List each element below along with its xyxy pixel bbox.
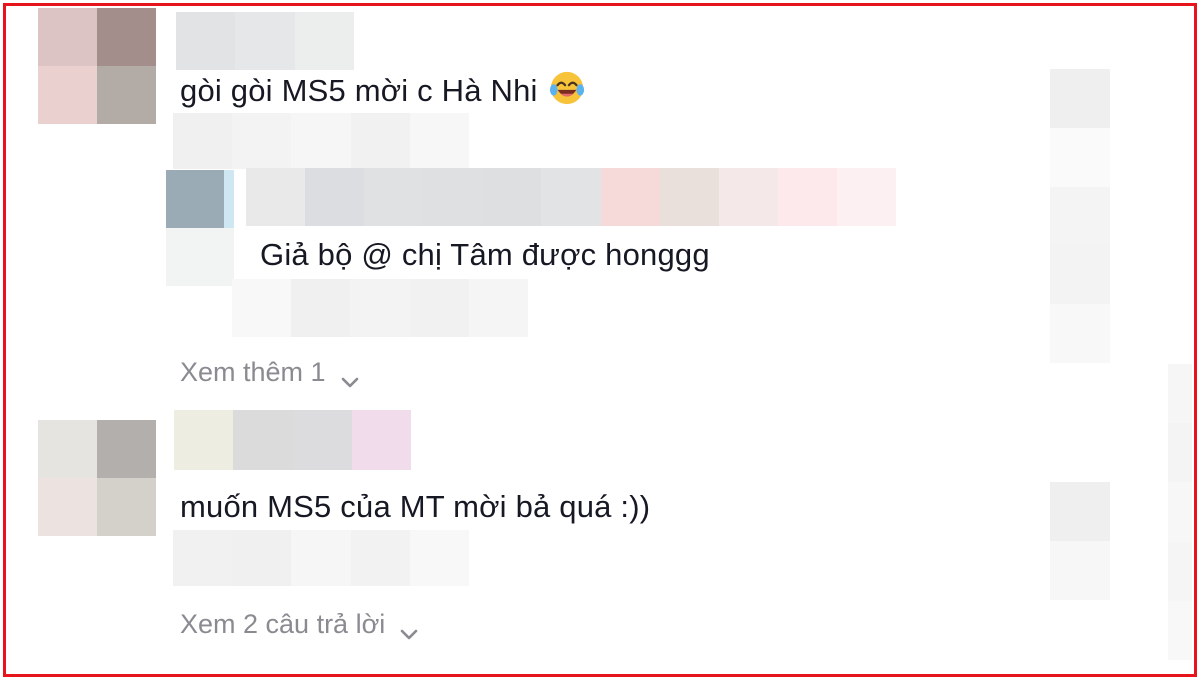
like-button[interactable] xyxy=(1050,482,1110,600)
reply-avatar[interactable] xyxy=(166,170,234,286)
comment-meta xyxy=(173,113,469,169)
view-more-label: Xem thêm 1 xyxy=(180,357,326,387)
username[interactable] xyxy=(176,12,354,70)
scrollbar[interactable] xyxy=(1168,364,1192,660)
chevron-down-icon xyxy=(340,365,360,388)
comment-meta xyxy=(173,530,469,586)
avatar[interactable] xyxy=(38,420,156,536)
chevron-down-icon xyxy=(399,617,419,640)
avatar[interactable] xyxy=(38,8,156,124)
like-button[interactable] xyxy=(1050,69,1110,363)
username[interactable] xyxy=(174,410,411,470)
reply-meta xyxy=(232,279,528,337)
comment-text-label: gòi gòi MS5 mời c Hà Nhi xyxy=(180,73,538,108)
comment-text: gòi gòi MS5 mời c Hà Nhi xyxy=(180,69,586,109)
laughing-tears-emoji-icon xyxy=(548,69,586,107)
reply-text: Giả bộ @ chị Tâm được honggg xyxy=(260,237,710,272)
view-replies-button[interactable]: Xem 2 câu trả lời xyxy=(180,608,419,640)
reply-username[interactable] xyxy=(246,168,896,226)
view-more-replies-button[interactable]: Xem thêm 1 xyxy=(180,356,360,388)
view-replies-label: Xem 2 câu trả lời xyxy=(180,609,386,639)
comment-text: muốn MS5 của MT mời bả quá :)) xyxy=(180,489,651,524)
